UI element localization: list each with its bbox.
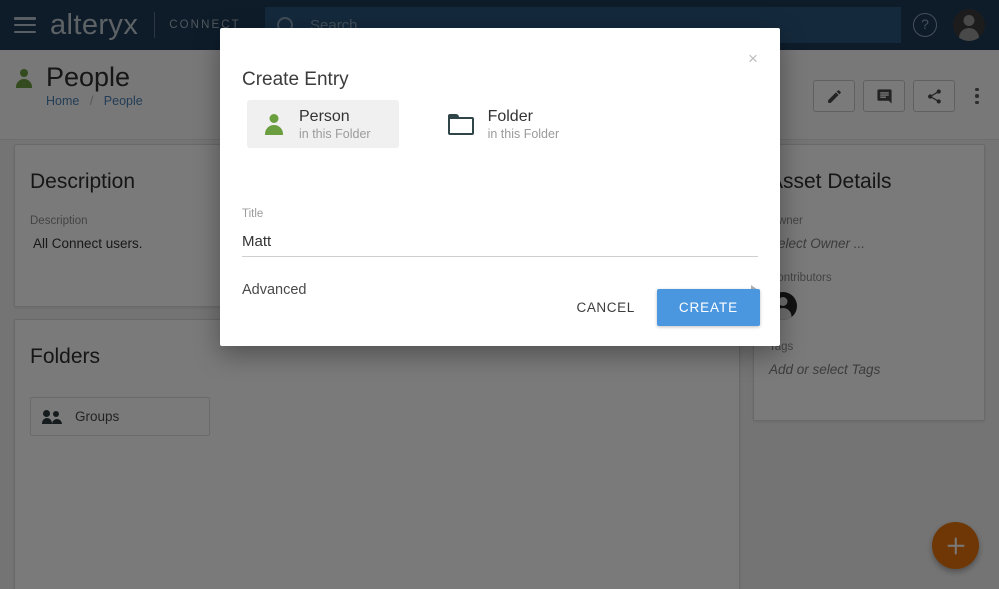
entry-type-folder-title: Folder	[487, 107, 533, 125]
person-icon	[263, 113, 285, 135]
close-icon[interactable]: ×	[742, 48, 764, 70]
title-input[interactable]	[242, 226, 758, 257]
folder-icon	[447, 113, 474, 135]
dialog-title: Create Entry	[242, 69, 349, 90]
entry-type-folder[interactable]: Folder in this Folder	[432, 100, 588, 148]
entry-type-person-title: Person	[299, 107, 350, 125]
cancel-button[interactable]: CANCEL	[564, 290, 646, 325]
create-button[interactable]: CREATE	[656, 289, 760, 326]
entry-type-person-subtitle: in this Folder	[299, 126, 371, 141]
app-root: alteryx CONNECT Search ? People Home / P…	[0, 0, 999, 589]
entry-type-person[interactable]: Person in this Folder	[247, 100, 399, 148]
create-entry-dialog: Create Entry × Person in this Folder Fol…	[220, 28, 780, 346]
entry-type-folder-subtitle: in this Folder	[487, 126, 560, 141]
advanced-label: Advanced	[242, 282, 307, 298]
title-field-label: Title	[242, 208, 264, 220]
entry-form: Title	[242, 208, 758, 257]
entry-type-options: Person in this Folder Folder in this Fol…	[247, 100, 587, 148]
dialog-actions: CANCEL CREATE	[564, 289, 760, 326]
